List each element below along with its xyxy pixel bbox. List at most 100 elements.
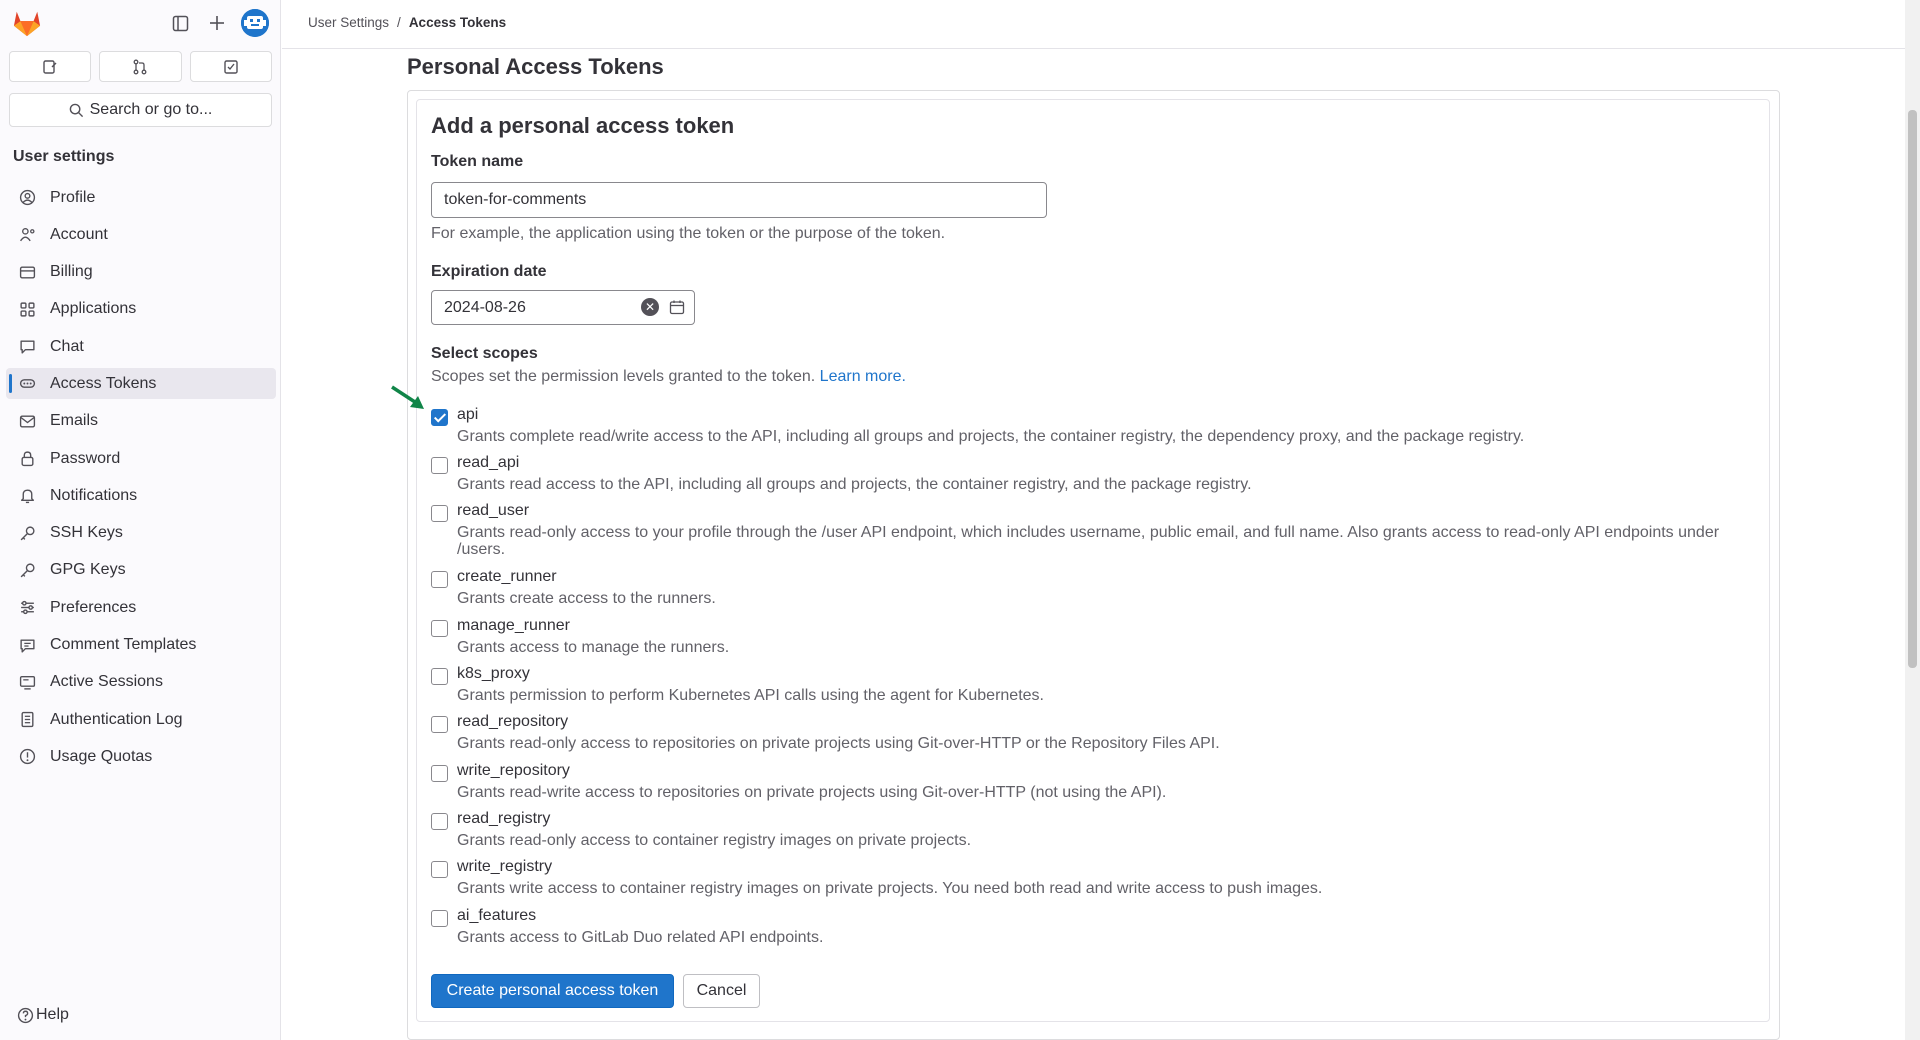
- sidebar-item-label: Account: [50, 225, 108, 243]
- scope-description: Grants access to manage the runners.: [457, 639, 730, 656]
- search-label: Search or go to...: [89, 101, 213, 118]
- sidebar-item-label: Usage Quotas: [50, 747, 153, 765]
- sidebar-item-applications[interactable]: Applications: [6, 294, 276, 325]
- scope-checkbox-read-api[interactable]: [431, 457, 448, 474]
- cancel-button[interactable]: Cancel: [683, 974, 760, 1008]
- scopes-help: Scopes set the permission levels granted…: [431, 368, 906, 386]
- sidebar-item-account[interactable]: Account: [6, 219, 276, 250]
- scope-name: read_user: [457, 502, 530, 519]
- token-name-label: Token name: [431, 153, 524, 170]
- scope-name: read_registry: [457, 810, 551, 827]
- todos-tab[interactable]: [189, 51, 272, 82]
- key-icon: [18, 524, 36, 542]
- sidebar-item-chat[interactable]: Chat: [6, 331, 276, 362]
- merge-requests-tab[interactable]: [99, 51, 182, 82]
- search-button[interactable]: Search or go to...: [9, 93, 272, 127]
- help-icon: [17, 1007, 34, 1023]
- annotation-arrow-icon: [391, 385, 424, 409]
- sidebar-item-usage-quotas[interactable]: Usage Quotas: [6, 741, 276, 772]
- sidebar-item-label: Authentication Log: [50, 710, 183, 728]
- chat-icon: [18, 338, 36, 356]
- account-icon: [18, 226, 36, 244]
- scope-checkbox-ai-features[interactable]: [431, 910, 448, 927]
- scope-name: manage_runner: [457, 617, 570, 634]
- scope-checkbox-read-registry[interactable]: [431, 813, 448, 830]
- sidebar-item-comment-templates[interactable]: Comment Templates: [6, 630, 276, 661]
- issues-tab[interactable]: [9, 51, 92, 82]
- page-title: Personal Access Tokens: [407, 54, 664, 79]
- sidebar-item-label: Billing: [50, 263, 93, 281]
- sidebar-item-label: Access Tokens: [50, 374, 157, 392]
- sidebar-item-password[interactable]: Password: [6, 443, 276, 474]
- expiration-label: Expiration date: [431, 263, 547, 280]
- sidebar-item-notifications[interactable]: Notifications: [6, 480, 276, 511]
- merge-request-icon: [134, 59, 147, 74]
- help-button[interactable]: Help: [17, 1006, 69, 1024]
- scope-name: ai_features: [457, 907, 537, 924]
- top-bar: User Settings / Access Tokens: [282, 0, 1905, 49]
- scope-checkbox-write-registry[interactable]: [431, 861, 448, 878]
- sidebar-quick-tabs: [9, 51, 272, 82]
- sidebar-item-label: Applications: [50, 300, 137, 318]
- sidebar-item-label: Emails: [50, 412, 99, 430]
- sidebar-item-label: SSH Keys: [50, 524, 123, 542]
- create-token-button[interactable]: Create personal access token: [431, 974, 674, 1008]
- scope-name: read_repository: [457, 713, 569, 730]
- scope-checkbox-k8s-proxy[interactable]: [431, 668, 448, 685]
- sidebar-item-label: Comment Templates: [50, 636, 197, 654]
- scope-description: Grants read-only access to container reg…: [457, 832, 972, 849]
- scope-description: Grants access to GitLab Duo related API …: [457, 929, 824, 946]
- calendar-icon[interactable]: [668, 298, 686, 316]
- clear-date-icon[interactable]: ✕: [641, 298, 659, 316]
- plus-icon[interactable]: [206, 12, 228, 34]
- sidebar-item-profile[interactable]: Profile: [6, 182, 276, 213]
- scope-description: Grants write access to container registr…: [457, 880, 1323, 897]
- gitlab-logo-icon[interactable]: [12, 9, 42, 37]
- sidebar-item-access-tokens[interactable]: Access Tokens: [6, 368, 276, 400]
- learn-more-link[interactable]: Learn more.: [820, 368, 906, 385]
- scope-description: Grants complete read/write access to the…: [457, 428, 1525, 445]
- billing-icon: [18, 263, 36, 281]
- sidebar-nav: Profile Account Billing Applications Cha…: [6, 182, 276, 779]
- scope-name: create_runner: [457, 568, 557, 585]
- log-icon: [18, 711, 36, 729]
- bell-icon: [18, 487, 36, 505]
- token-name-value: token-for-comments: [444, 191, 587, 208]
- scope-checkbox-read-user[interactable]: [431, 505, 448, 522]
- breadcrumb-user-settings[interactable]: User Settings: [308, 15, 389, 30]
- scopes-label: Select scopes: [431, 345, 538, 362]
- token-name-input[interactable]: token-for-comments: [431, 182, 1047, 218]
- avatar[interactable]: [241, 9, 269, 37]
- search-icon: [69, 103, 83, 117]
- sidebar-item-gpg-keys[interactable]: GPG Keys: [6, 555, 276, 586]
- scope-checkbox-api[interactable]: [431, 409, 448, 426]
- scope-description: Grants read-only access to your profile …: [457, 524, 1720, 558]
- sidebar-item-emails[interactable]: Emails: [6, 406, 276, 437]
- scope-checkbox-write-repository[interactable]: [431, 765, 448, 782]
- scope-name: k8s_proxy: [457, 665, 530, 682]
- sidebar-item-preferences[interactable]: Preferences: [6, 592, 276, 623]
- scope-checkbox-read-repository[interactable]: [431, 716, 448, 733]
- help-label: Help: [36, 1006, 69, 1023]
- scope-name: read_api: [457, 454, 520, 471]
- scope-checkbox-manage-runner[interactable]: [431, 620, 448, 637]
- sidebar-item-label: Chat: [50, 337, 84, 355]
- profile-icon: [18, 189, 36, 207]
- breadcrumb-separator: /: [397, 15, 401, 30]
- scrollbar-thumb[interactable]: [1908, 110, 1917, 668]
- sidebar-item-billing[interactable]: Billing: [6, 257, 276, 288]
- todo-icon: [224, 59, 238, 74]
- sidebar-item-active-sessions[interactable]: Active Sessions: [6, 667, 276, 698]
- applications-icon: [18, 300, 36, 318]
- scope-description: Grants read-only access to repositories …: [457, 735, 1220, 752]
- sidebar-item-authentication-log[interactable]: Authentication Log: [6, 704, 276, 735]
- scope-name: write_repository: [457, 762, 570, 779]
- preferences-icon: [18, 599, 36, 617]
- scope-checkbox-create-runner[interactable]: [431, 571, 448, 588]
- breadcrumb: User Settings / Access Tokens: [308, 15, 506, 30]
- sidebar-item-ssh-keys[interactable]: SSH Keys: [6, 518, 276, 549]
- sidebar-header: [0, 0, 281, 46]
- sidebar-item-label: Preferences: [50, 598, 137, 616]
- toggle-sidebar-icon[interactable]: [169, 12, 191, 34]
- sidebar: Search or go to... User settings Profile…: [0, 0, 281, 1040]
